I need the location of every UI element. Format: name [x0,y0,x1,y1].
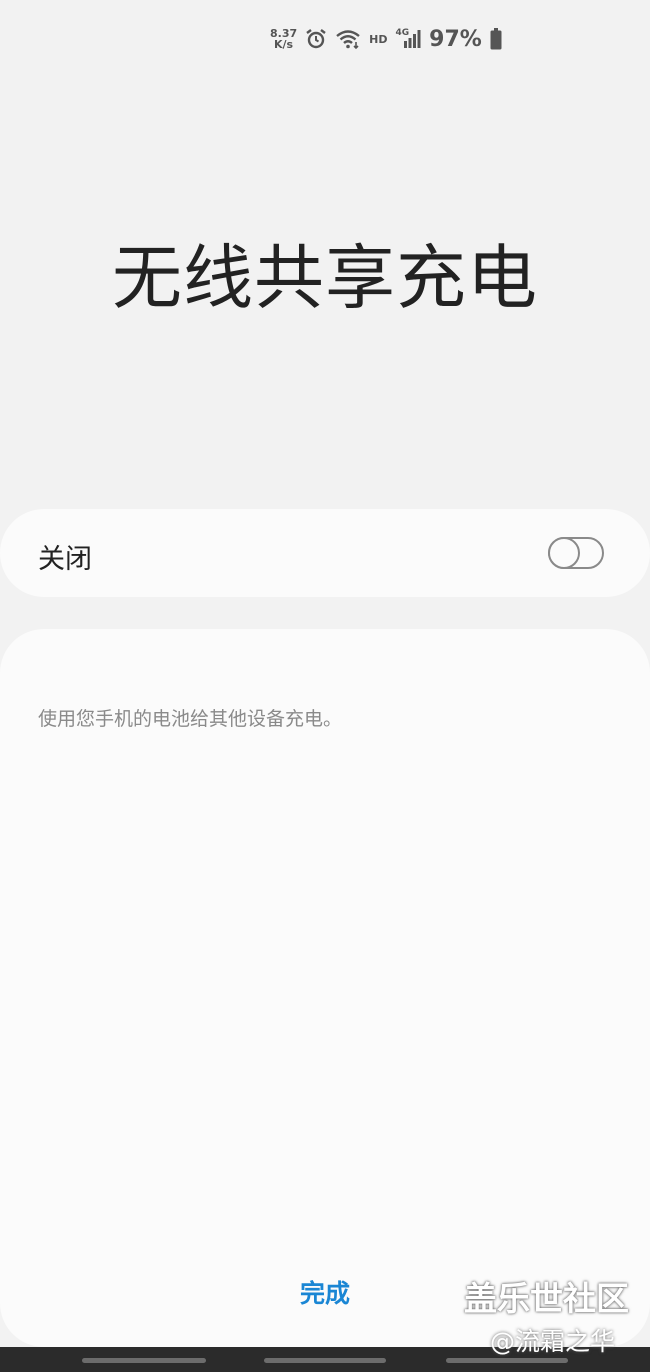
network-type-label: 4G [395,28,410,38]
wifi-icon [335,28,361,50]
network-speed-unit: K/s [274,38,294,51]
description-text: 使用您手机的电池给其他设备充电。 [38,708,343,730]
signal-4g-icon: 4G [395,28,421,49]
nav-home-handle[interactable] [264,1358,386,1363]
network-speed: 8.37 K/s [270,28,297,50]
watermark-community: 盖乐世社区 [464,1279,629,1318]
nav-recents-handle[interactable] [82,1358,206,1363]
alarm-icon [305,28,327,50]
battery-icon [490,28,502,50]
page-title: 无线共享充电 [112,237,538,319]
battery-percent: 97% [429,26,482,52]
content-card: 使用您手机的电池给其他设备充电。 完成 [0,629,650,1347]
nav-back-handle[interactable] [446,1358,568,1363]
toggle-label: 关闭 [38,544,92,575]
hd-icon: HD [369,32,388,46]
wireless-powershare-switch[interactable] [548,537,604,569]
switch-knob [548,537,580,569]
done-button[interactable]: 完成 [275,1274,375,1314]
status-bar: 8.37 K/s HD 4G 97% [270,26,502,52]
watermark-author: @流霜之华 [490,1327,616,1356]
